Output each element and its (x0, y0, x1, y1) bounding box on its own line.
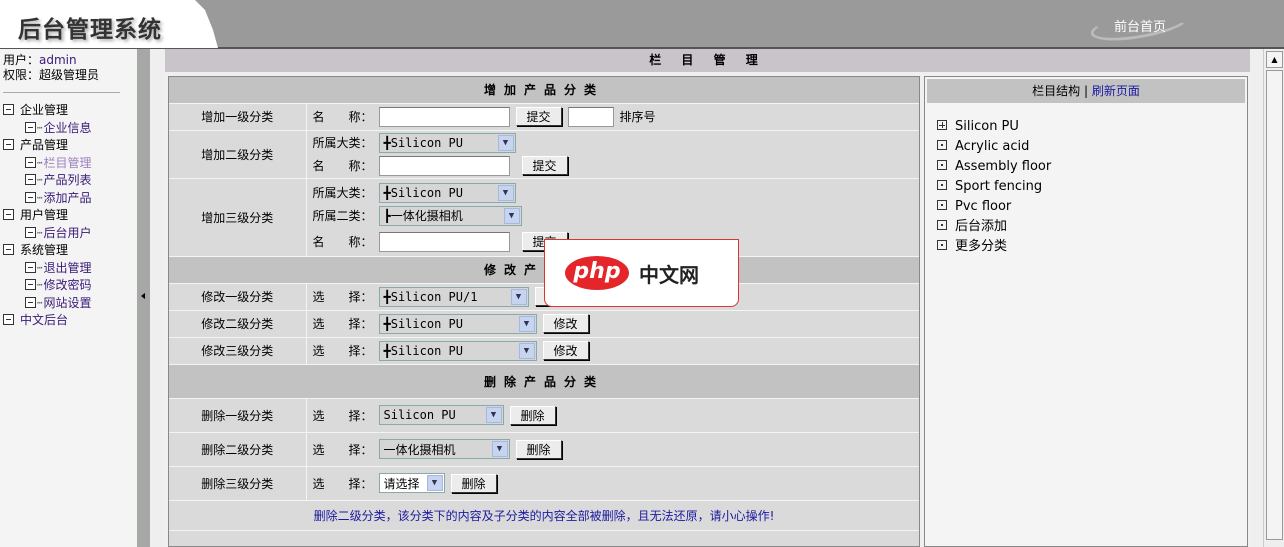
modify-select[interactable]: ╋Silicon PU/1 ▼ (378, 286, 529, 307)
modify-select[interactable]: ╋Silicon PU ▼ (378, 340, 537, 361)
sidebar-item[interactable]: ··· 修改密码 (3, 277, 134, 295)
delete-select[interactable]: Silicon PU ▼ (378, 405, 504, 425)
watermark-logo: php 中文网 (544, 239, 739, 307)
sidebar-group[interactable]: 用户管理 (3, 207, 134, 225)
sidebar-item[interactable]: ··· 企业信息 (3, 120, 134, 138)
leaf-node-icon (937, 220, 947, 230)
chevron-down-icon: ▼ (497, 134, 514, 151)
chevron-down-icon: ▼ (485, 407, 502, 423)
add-section-header: 增加产品分类 (169, 77, 919, 104)
modify-button[interactable]: 修改 (542, 341, 589, 360)
scroll-thumb (1266, 70, 1283, 540)
user-info: 用户：admin (3, 53, 77, 67)
delete-select[interactable]: 一体化摄相机 ▼ (378, 439, 510, 459)
level2-parent-select[interactable]: ╋Silicon PU ▼ (378, 132, 516, 153)
collapse-icon (3, 139, 14, 150)
delete-warning: 删除二级分类，该分类下的内容及子分类的内容全部被删除，且无法还原，请小心操作! (169, 500, 919, 531)
top-header: 后台管理系统 前台首页 (0, 0, 1284, 49)
tree-item[interactable]: Pvc floor (937, 197, 1245, 217)
leaf-node-icon (937, 240, 947, 250)
tree-node-icon (25, 296, 36, 308)
refresh-link[interactable]: 刷新页面 (1092, 84, 1140, 98)
delete-section-header: 删除产品分类 (169, 364, 919, 399)
tree-item[interactable]: 后台添加 (937, 217, 1245, 237)
tree-node-icon (25, 226, 36, 238)
collapse-icon (3, 244, 14, 255)
tree-item[interactable]: 更多分类 (937, 237, 1245, 257)
category-tree: Silicon PU Acrylic acid Assembly floor Spor… (927, 103, 1245, 257)
delete-button[interactable]: 删除 (450, 473, 497, 493)
collapse-icon (3, 209, 14, 220)
sidebar-group[interactable]: 企业管理 (3, 102, 134, 120)
collapse-icon (3, 314, 14, 325)
category-form-panel: 增加产品分类 增加一级分类 名 称： 提交 排序号 增加二级分类 所属大类： ╋Sil… (168, 76, 920, 547)
modify-select[interactable]: ╋Silicon PU ▼ (378, 313, 537, 334)
sidebar-group[interactable]: 产品管理 (3, 137, 134, 155)
divider (3, 92, 120, 93)
level3-parent-select[interactable]: ╋Silicon PU ▼ (378, 182, 516, 203)
tree-node-icon (25, 174, 36, 185)
sidebar-item[interactable]: ··· 产品列表 (3, 172, 134, 190)
sidebar-item[interactable]: ··· 后台用户 (3, 225, 134, 243)
tree-node-icon (25, 156, 36, 168)
scrollbar[interactable]: ▲ (1263, 49, 1284, 547)
sidebar-item-chinese-admin[interactable]: 中文后台 (3, 312, 134, 330)
arrow-left-icon (141, 293, 145, 299)
sidebar-group[interactable]: 系统管理 (3, 242, 134, 260)
delete-button[interactable]: 删除 (509, 405, 556, 425)
sort-number-input[interactable] (567, 106, 614, 127)
sidebar-item[interactable]: ··· 添加产品 (3, 190, 134, 208)
level1-name-input[interactable] (378, 106, 510, 127)
chevron-down-icon: ▼ (510, 288, 527, 305)
tree-node-icon (25, 279, 36, 290)
sidebar-toggle[interactable] (137, 49, 150, 547)
page-title: 栏 目 管 理 (165, 49, 1250, 72)
sidebar-item[interactable]: ··· 栏目管理 (3, 155, 134, 173)
delete-button[interactable]: 删除 (515, 439, 562, 459)
level3-subparent-select[interactable]: ┣一体化摄相机 ▼ (378, 205, 522, 226)
delete-select[interactable]: 请选择 ▼ (378, 473, 445, 493)
role-info: 权限：超级管理员 (3, 68, 100, 82)
expand-icon (937, 120, 947, 130)
leaf-node-icon (937, 140, 947, 150)
leaf-node-icon (937, 180, 947, 190)
chevron-down-icon: ▼ (518, 315, 535, 332)
scroll-up-icon: ▲ (1266, 51, 1283, 68)
tree-node-icon (25, 191, 36, 203)
chevron-down-icon: ▼ (518, 342, 535, 359)
tree-item[interactable]: Sport fencing (937, 177, 1245, 197)
tree-node-icon (25, 261, 36, 273)
tree-node-icon (25, 121, 36, 133)
category-structure-panel: 栏目结构 | 刷新页面 Silicon PU Acrylic acid Assemb… (924, 76, 1248, 547)
sidebar: 用户：admin 权限：超级管理员 企业管理 ··· 企业信息 产品管理 ··· 栏目管理… (0, 49, 137, 547)
tree-item[interactable]: Assembly floor (937, 157, 1245, 177)
sidebar-item[interactable]: ··· 退出管理 (3, 260, 134, 278)
level1-submit-button[interactable]: 提交 (515, 107, 562, 126)
modify-button[interactable]: 修改 (542, 314, 589, 333)
level3-name-input[interactable] (378, 231, 510, 252)
app-logo: 后台管理系统 (0, 0, 218, 48)
sidebar-item[interactable]: ··· 网站设置 (3, 295, 134, 313)
frontend-home-link[interactable]: 前台首页 (1088, 3, 1192, 47)
leaf-node-icon (937, 160, 947, 170)
tree-item[interactable]: Acrylic acid (937, 137, 1245, 157)
chevron-down-icon: ▼ (426, 475, 443, 491)
leaf-node-icon (937, 200, 947, 210)
level2-name-input[interactable] (378, 155, 510, 176)
level2-submit-button[interactable]: 提交 (521, 156, 568, 175)
chevron-down-icon: ▼ (491, 441, 508, 457)
collapse-icon (3, 104, 14, 115)
tree-item[interactable]: Silicon PU (937, 117, 1245, 137)
